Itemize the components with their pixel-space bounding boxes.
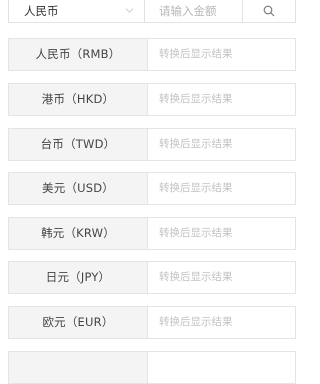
- currency-row-eur: 欧元（EUR） 转换后显示结果: [8, 306, 296, 339]
- currency-label: 港币（HKD）: [9, 84, 148, 115]
- search-icon: [263, 5, 275, 17]
- conversion-result: 转换后显示结果: [159, 316, 233, 328]
- conversion-result: 转换后显示结果: [159, 48, 233, 60]
- currency-label: 人民币（RMB）: [9, 39, 148, 70]
- currency-label: 日元（JPY）: [9, 262, 148, 293]
- chevron-down-icon: [125, 8, 134, 13]
- converter-toolbar: 人民币 请输入金额: [0, 0, 304, 25]
- amount-input[interactable]: 请输入金额: [145, 0, 243, 23]
- currency-row-hkd: 港币（HKD） 转换后显示结果: [8, 83, 296, 116]
- currency-label: 欧元（EUR）: [9, 307, 148, 338]
- conversion-result: 转换后显示结果: [159, 93, 233, 105]
- currency-select-value: 人民币: [24, 4, 59, 18]
- currency-label: 台币（TWD）: [9, 129, 148, 160]
- currency-row-rmb: 人民币（RMB） 转换后显示结果: [8, 38, 296, 71]
- search-button[interactable]: [243, 0, 296, 23]
- amount-input-placeholder: 请输入金额: [159, 4, 217, 18]
- conversion-result: 转换后显示结果: [159, 271, 233, 283]
- currency-select[interactable]: 人民币: [8, 0, 145, 23]
- currency-row-jpy: 日元（JPY） 转换后显示结果: [8, 261, 296, 294]
- currency-row-twd: 台币（TWD） 转换后显示结果: [8, 128, 296, 161]
- conversion-result: 转换后显示结果: [159, 227, 233, 239]
- currency-label: 韩元（KRW）: [9, 218, 148, 249]
- conversion-result: 转换后显示结果: [159, 182, 233, 194]
- currency-row-usd: 美元（USD） 转换后显示结果: [8, 172, 296, 205]
- currency-label: 美元（USD）: [9, 173, 148, 204]
- conversion-result: 转换后显示结果: [159, 138, 233, 150]
- currency-label: [9, 352, 148, 383]
- currency-row-krw: 韩元（KRW） 转换后显示结果: [8, 217, 296, 250]
- currency-row-partial: [8, 351, 296, 384]
